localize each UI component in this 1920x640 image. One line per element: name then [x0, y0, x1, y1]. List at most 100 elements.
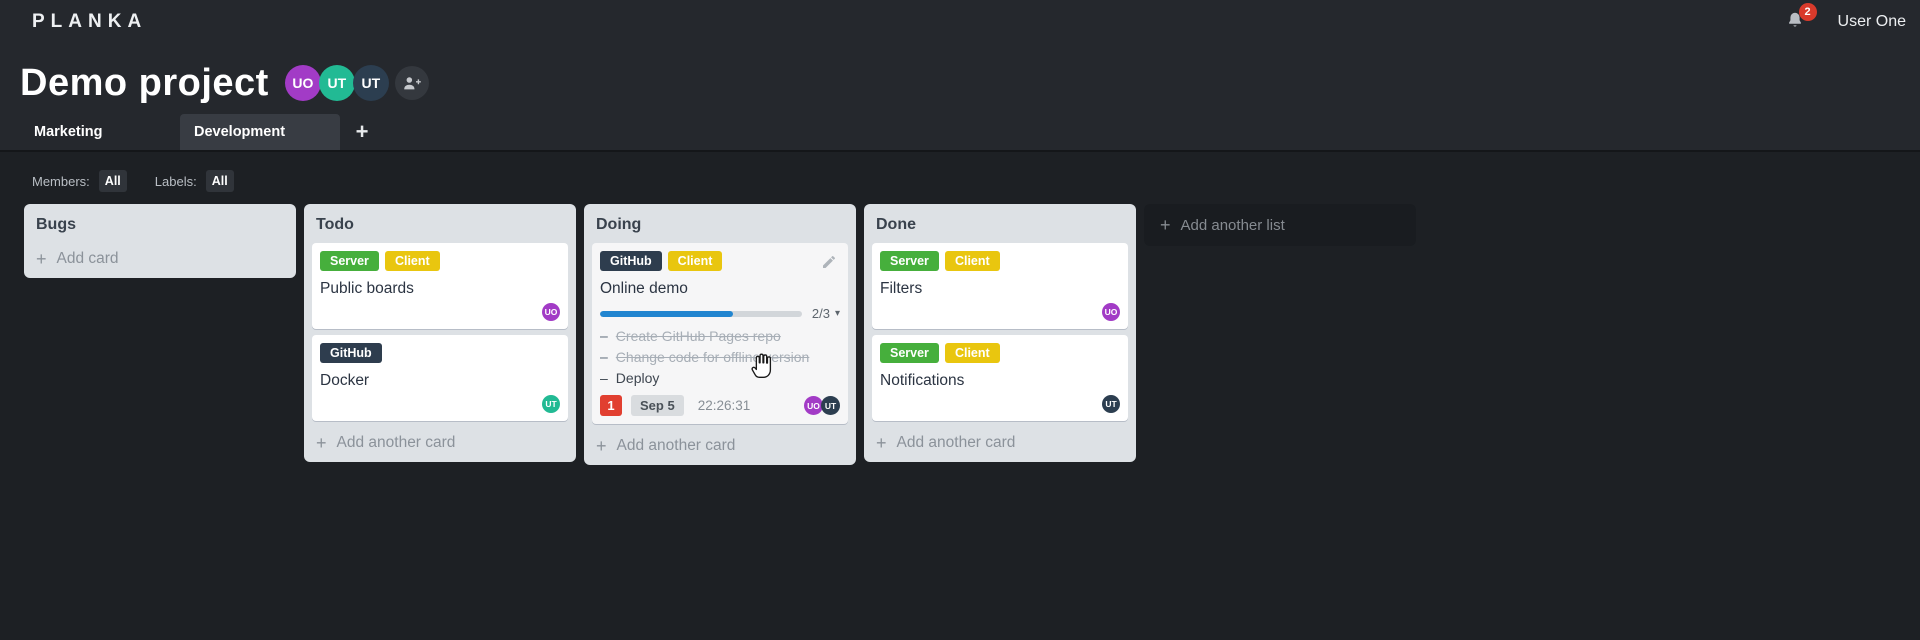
- plus-icon: +: [876, 433, 887, 453]
- project-header: Demo project UO UT UT: [0, 44, 1920, 114]
- card-online-demo[interactable]: GitHub Client Online demo 2/3 ▾ – Create GitHu…: [592, 243, 848, 424]
- add-card-label: Add another card: [336, 434, 456, 451]
- members-filter-group: Members: All: [32, 170, 127, 192]
- dash-icon: –: [600, 370, 608, 386]
- card-title: Notifications: [880, 372, 965, 389]
- card-docker[interactable]: GitHub Docker UT: [312, 335, 568, 421]
- task-item: – Change code for offline version: [600, 347, 840, 368]
- labels-filter-value-button[interactable]: All: [205, 170, 234, 192]
- add-member-button[interactable]: [394, 66, 429, 100]
- card-notifications[interactable]: Server Client Notifications UT: [872, 335, 1128, 421]
- list-title[interactable]: Done: [872, 206, 1128, 243]
- tab-marketing[interactable]: Marketing: [20, 114, 180, 150]
- due-tasks-badge: 1: [600, 395, 622, 416]
- label-chip-server: Server: [880, 251, 939, 271]
- person-add-icon: [404, 76, 422, 89]
- label-chip-github: GitHub: [600, 251, 662, 271]
- member-avatar[interactable]: UT: [318, 65, 355, 101]
- plus-icon: +: [355, 119, 369, 144]
- plus-icon: +: [596, 436, 607, 456]
- board-tabs: Marketing Development +: [0, 114, 1920, 150]
- label-chip-client: Client: [944, 251, 1000, 271]
- member-avatar: UT: [1102, 395, 1120, 413]
- progress-count: 2/3: [811, 306, 830, 321]
- top-region: PLANKA 2 User One Demo project UOUTUT: [0, 0, 1920, 152]
- member-avatar[interactable]: UT: [352, 65, 389, 101]
- task-list: – Create GitHub Pages repo – Change code fo…: [600, 326, 840, 389]
- list-doing: Doing GitHub Client Online demo 2/3 ▾ – Create …: [584, 204, 856, 465]
- list-title[interactable]: Bugs: [32, 206, 288, 243]
- progress-bar-fill: [600, 310, 734, 317]
- card-labels: GitHub: [320, 343, 560, 363]
- add-card-label: Add another card: [616, 437, 736, 454]
- dash-icon: –: [600, 328, 608, 344]
- add-card-button[interactable]: + Add another card: [312, 427, 568, 454]
- label-chip-server: Server: [320, 251, 379, 271]
- timer-value[interactable]: 22:26:31: [698, 398, 751, 413]
- add-card-button[interactable]: + Add card: [32, 243, 288, 270]
- notification-count-badge: 2: [1798, 3, 1817, 21]
- label-chip-client: Client: [384, 251, 440, 271]
- tab-development[interactable]: Development: [180, 114, 340, 150]
- member-avatar: UT: [821, 396, 840, 415]
- add-board-button[interactable]: +: [340, 114, 384, 150]
- progress-count-toggle[interactable]: 2/3 ▾: [812, 306, 840, 321]
- notifications-button[interactable]: 2: [1784, 3, 1817, 34]
- progress-bar: [600, 310, 802, 317]
- card-members: UO: [880, 303, 1120, 321]
- card-title: Online demo: [600, 280, 688, 297]
- plus-icon: +: [316, 433, 327, 453]
- task-text: Deploy: [615, 370, 660, 386]
- planka-logo: PLANKA: [32, 11, 148, 32]
- list-done: Done Server Client Filters UO Server Client Not…: [864, 204, 1136, 462]
- list-bugs: Bugs + Add card: [24, 204, 296, 278]
- list-title[interactable]: Doing: [592, 206, 848, 243]
- list-title[interactable]: Todo: [312, 206, 568, 243]
- add-list-button[interactable]: + Add another list: [1144, 204, 1416, 246]
- pencil-icon: [823, 256, 835, 268]
- card-title: Filters: [880, 280, 923, 297]
- labels-filter-group: Labels: All: [155, 170, 234, 192]
- appbar-right: 2 User One: [1784, 3, 1906, 34]
- labels-filter-label: Labels:: [154, 173, 197, 189]
- label-chip-server: Server: [880, 343, 939, 363]
- add-card-button[interactable]: + Add another card: [592, 430, 848, 457]
- members-filter-value-button[interactable]: All: [98, 170, 127, 192]
- card-badges: 1 Sep 5 22:26:31 UO UT: [600, 395, 840, 416]
- card-filters[interactable]: Server Client Filters UO: [872, 243, 1128, 329]
- plus-icon: +: [1160, 215, 1171, 235]
- label-chip-github: GitHub: [320, 343, 382, 363]
- plus-icon: +: [36, 249, 47, 269]
- add-card-label: Add card: [56, 250, 119, 267]
- card-labels: Server Client: [320, 251, 560, 271]
- card-members: UT: [320, 395, 560, 413]
- card-members: UO: [320, 303, 560, 321]
- add-card-button[interactable]: + Add another card: [872, 427, 1128, 454]
- member-avatar: UO: [1102, 303, 1120, 321]
- card-title: Docker: [320, 372, 370, 389]
- label-chip-client: Client: [944, 343, 1000, 363]
- member-avatar: UO: [542, 303, 560, 321]
- filter-bar: Members: All Labels: All: [0, 152, 1920, 196]
- list-todo: Todo Server Client Public boards UO GitHub Doc…: [304, 204, 576, 462]
- current-user-button[interactable]: User One: [1838, 13, 1906, 31]
- task-progress: 2/3 ▾: [600, 306, 840, 321]
- card-public-boards[interactable]: Server Client Public boards UO: [312, 243, 568, 329]
- card-labels: Server Client: [880, 343, 1120, 363]
- task-item: – Create GitHub Pages repo: [600, 326, 840, 347]
- edit-card-button[interactable]: [821, 254, 837, 270]
- members-filter-label: Members:: [32, 173, 90, 189]
- label-chip-client: Client: [667, 251, 723, 271]
- card-title: Public boards: [320, 280, 414, 297]
- chevron-down-icon: ▾: [834, 308, 840, 319]
- project-title: Demo project: [20, 61, 269, 104]
- card-labels: Server Client: [880, 251, 1120, 271]
- card-labels: GitHub Client: [600, 251, 840, 271]
- project-members: UO UT UT: [284, 65, 429, 101]
- task-item: – Deploy: [600, 368, 840, 389]
- card-members: UT: [880, 395, 1120, 413]
- add-card-label: Add another card: [896, 434, 1016, 451]
- due-date-badge[interactable]: Sep 5: [631, 395, 684, 416]
- add-list-label: Add another list: [1180, 216, 1285, 234]
- member-avatar[interactable]: UO: [284, 65, 321, 101]
